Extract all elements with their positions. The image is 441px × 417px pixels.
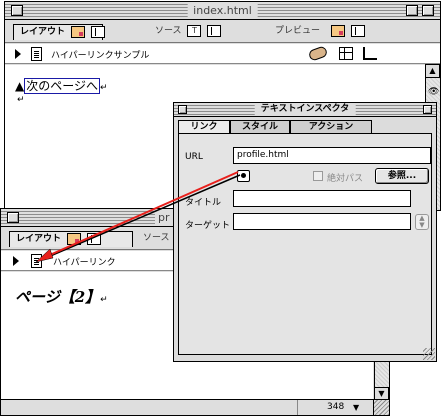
tab-source[interactable]: ソース T bbox=[155, 24, 222, 40]
preview-frame-icon[interactable] bbox=[350, 24, 365, 37]
close-box[interactable] bbox=[7, 212, 19, 223]
scroll-up-button[interactable]: ▲ bbox=[425, 64, 440, 78]
return-mark-icon: ↵ bbox=[100, 83, 108, 93]
tab-layout-label: レイアウト bbox=[16, 234, 62, 244]
close-box[interactable] bbox=[11, 5, 23, 16]
zoom-box[interactable] bbox=[406, 5, 418, 16]
window-width-readout: 348 bbox=[327, 402, 345, 412]
target-field[interactable] bbox=[233, 213, 411, 230]
layer-tool-icon[interactable] bbox=[363, 47, 377, 60]
tab-style[interactable]: スタイル bbox=[230, 120, 290, 134]
tab-source-label: ソース bbox=[143, 233, 170, 243]
link-line: ▲ 次のページへ ↵ bbox=[15, 77, 108, 94]
url-field[interactable]: profile.html bbox=[233, 147, 431, 164]
point-and-shoot-icon[interactable] bbox=[237, 170, 250, 182]
window-title-bar[interactable]: index.html bbox=[5, 2, 440, 20]
inspector-panel: URL profile.html 絶対パス 参照... タイトル ターゲット ▲… bbox=[178, 133, 432, 355]
return-mark-icon: ↵ bbox=[100, 295, 108, 305]
hyperlink-text[interactable]: 次のページへ bbox=[24, 78, 100, 94]
absolute-path-label: 絶対パス bbox=[327, 174, 364, 184]
frame-mode-icon[interactable] bbox=[91, 25, 106, 38]
return-mark-icon: ↵ bbox=[17, 95, 25, 105]
tab-action[interactable]: アクション bbox=[290, 120, 372, 134]
tab-layout[interactable]: レイアウト bbox=[9, 231, 133, 247]
window-title: pr bbox=[155, 210, 173, 225]
palette-title: テキストインスペクタ bbox=[254, 103, 356, 115]
target-label: ターゲット bbox=[185, 221, 231, 231]
tab-layout[interactable]: レイアウト bbox=[13, 24, 106, 40]
tab-source[interactable]: ソース bbox=[143, 231, 170, 247]
status-divider bbox=[297, 400, 298, 415]
resize-grip-icon[interactable] bbox=[423, 348, 435, 360]
collapse-box[interactable] bbox=[422, 5, 434, 16]
text-inspector-palette: テキストインスペクタ リンク スタイル アクション URL profile.ht… bbox=[173, 102, 437, 362]
layout-mode-icon[interactable] bbox=[71, 25, 86, 38]
link-tool-icon[interactable] bbox=[307, 45, 329, 62]
page-heading: ページ【2】 bbox=[15, 288, 101, 306]
disclosure-triangle-icon[interactable] bbox=[13, 256, 19, 266]
absolute-path-checkbox[interactable] bbox=[313, 171, 323, 181]
tab-source-label: ソース bbox=[155, 26, 182, 36]
resize-grip-icon[interactable] bbox=[373, 400, 389, 415]
close-box[interactable] bbox=[178, 105, 187, 114]
view-tabs: レイアウト ソース T プレビュー bbox=[5, 21, 440, 43]
tab-link[interactable]: リンク bbox=[178, 120, 230, 134]
target-stepper[interactable]: ▲ ▼ bbox=[415, 214, 429, 230]
text-mode-icon[interactable]: T bbox=[187, 24, 202, 37]
disclosure-triangle-icon[interactable] bbox=[15, 49, 21, 59]
inspector-tabs: リンク スタイル アクション bbox=[178, 120, 432, 134]
page-title-label: ハイパーリンクサンプル bbox=[51, 51, 150, 61]
url-label: URL bbox=[185, 152, 203, 162]
title-label: タイトル bbox=[185, 198, 222, 208]
triangle-bullet: ▲ bbox=[15, 79, 25, 93]
collapse-box[interactable] bbox=[423, 105, 432, 114]
frame-mode-icon[interactable] bbox=[87, 232, 102, 245]
browse-button[interactable]: 参照... bbox=[375, 168, 429, 184]
document-icon bbox=[31, 254, 42, 268]
path-bar: ハイパーリンクサンプル bbox=[5, 44, 440, 64]
tab-layout-label: レイアウト bbox=[20, 27, 66, 37]
tab-preview-label: プレビュー bbox=[275, 26, 321, 36]
layout-mode-icon[interactable] bbox=[67, 232, 82, 245]
window-title: index.html bbox=[187, 3, 258, 18]
list-mode-icon[interactable] bbox=[207, 24, 222, 37]
preview-mode-icon[interactable] bbox=[330, 24, 345, 37]
dropdown-arrow-icon[interactable]: ▼ bbox=[353, 403, 359, 412]
title-field[interactable] bbox=[233, 190, 411, 207]
tab-preview[interactable]: プレビュー bbox=[275, 24, 365, 40]
heading-line: ページ【2】↵ bbox=[15, 286, 108, 307]
status-bar: 348 ▼ bbox=[1, 399, 389, 415]
table-tool-icon[interactable] bbox=[339, 47, 353, 60]
palette-title-bar[interactable]: テキストインスペクタ bbox=[174, 103, 436, 117]
document-icon bbox=[31, 47, 42, 61]
page-title-label: ハイパーリンク bbox=[53, 258, 116, 268]
eye-icon[interactable]: 👁 bbox=[428, 87, 439, 97]
